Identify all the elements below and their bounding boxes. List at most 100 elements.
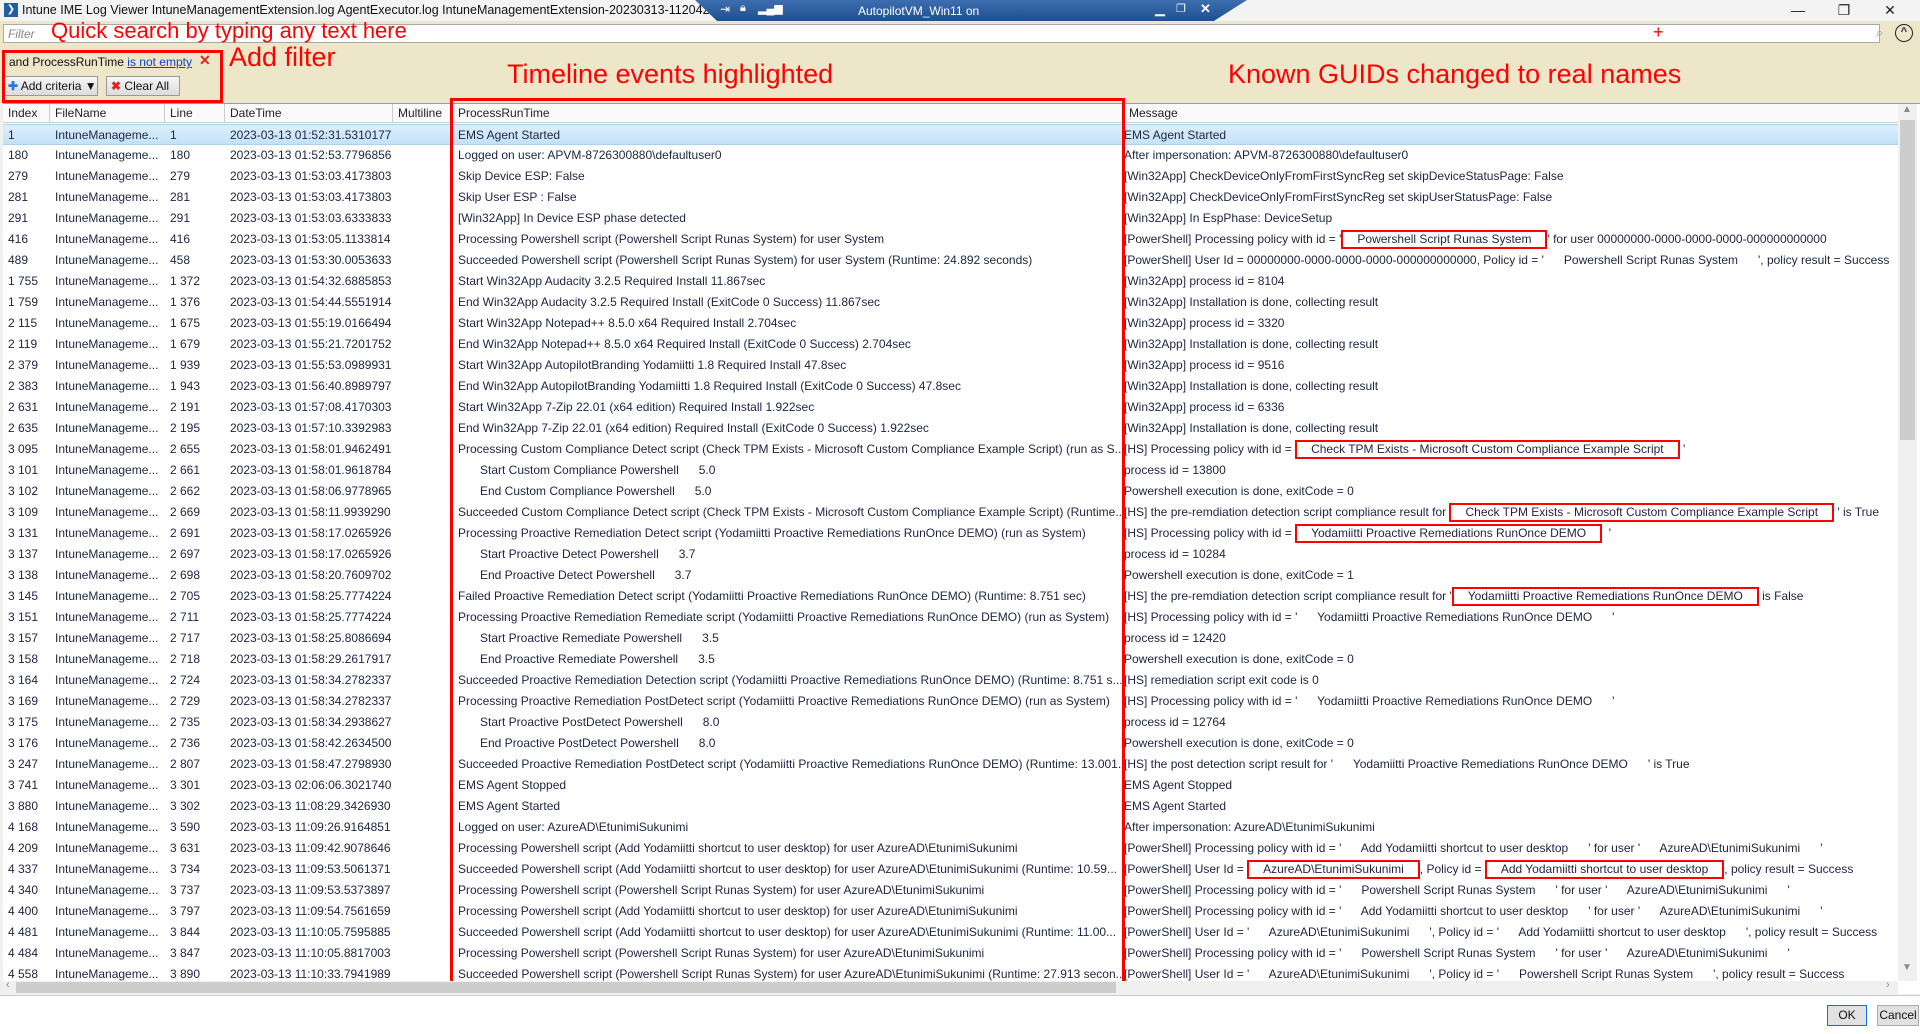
cell-message: Powershell execution is done, exitCode =… [1124,649,1904,670]
cell-index: 3 169 [8,694,39,708]
cell-index: 4 484 [8,946,39,960]
cell-line: 2 191 [170,400,201,414]
cell-line: 3 737 [170,883,201,897]
cell-index: 2 635 [8,421,39,435]
cell-filename: IntuneManageme... [55,190,159,204]
cell-datetime: 2023-03-13 01:54:32.6885853 [230,274,392,288]
rdp-minimize-icon[interactable]: ▁ [1155,1,1165,17]
cell-filename: IntuneManageme... [55,610,159,624]
cell-datetime: 2023-03-13 01:53:30.0053633 [230,253,392,267]
cell-datetime: 2023-03-13 11:09:54.7561659 [230,904,391,918]
cell-multiline [393,691,453,712]
cell-datetime: 2023-03-13 01:53:03.6333833 [230,211,392,225]
message-text: [HS] the pre-remdiation detection script… [1124,505,1450,519]
cell-datetime: 2023-03-13 11:09:26.9164851 [230,820,391,834]
column-header-filename[interactable]: FileName [50,104,165,123]
cell-filename: IntuneManageme... [55,694,159,708]
cell-datetime: 2023-03-13 02:06:06.3021740 [230,778,392,792]
ok-button[interactable]: OK [1827,1005,1867,1026]
column-header-datetime[interactable]: DateTime [225,104,393,123]
cell-multiline [393,586,453,607]
rdp-close-icon[interactable]: ✕ [1200,1,1211,17]
annotation-quick-search: Quick search by typing any text here [51,18,407,43]
cell-multiline [393,250,453,271]
cell-message: process id = 12764 [1124,712,1904,733]
cell-filename: IntuneManageme... [55,484,159,498]
minimize-icon[interactable]: — [1775,0,1821,21]
message-text: [PowerShell] User Id = ' AzureAD\Etunimi… [1124,967,1845,981]
scroll-left-icon[interactable]: ‹ [6,979,10,991]
cell-message: [Win32App] process id = 3320 [1124,313,1904,334]
message-text: [HS] Processing policy with id = [1124,442,1296,456]
column-header-line[interactable]: Line [165,104,225,123]
cell-multiline [393,670,453,691]
cell-datetime: 2023-03-13 01:57:10.3392983 [230,421,392,435]
cell-message: Powershell execution is done, exitCode =… [1124,565,1904,586]
cell-index: 3 175 [8,715,39,729]
cell-filename: IntuneManageme... [55,148,159,162]
message-text: [Win32App] In EspPhase: DeviceSetup [1124,211,1333,225]
cell-datetime: 2023-03-13 11:08:29.3426930 [230,799,391,813]
rdp-restore-icon[interactable]: ❐ [1176,2,1186,15]
cell-filename: IntuneManageme... [55,274,159,288]
cancel-button[interactable]: Cancel [1877,1005,1919,1026]
cell-line: 279 [170,169,191,183]
cell-filename: IntuneManageme... [55,421,159,435]
horizontal-scroll-thumb[interactable] [16,982,1116,993]
cell-message: [HS] Processing policy with id = ' Yodam… [1124,691,1904,712]
cell-index: 3 247 [8,757,39,771]
cell-message: EMS Agent Started [1124,125,1904,146]
column-header-multiline[interactable]: Multiline [393,104,453,123]
cell-message: [HS] Processing policy with id = Yodamii… [1124,523,1904,544]
message-text: [Win32App] CheckDeviceOnlyFromFirstSyncR… [1124,169,1564,183]
cell-index: 2 119 [8,337,38,351]
cell-index: 3 151 [8,610,39,624]
cell-datetime: 2023-03-13 01:58:01.9618784 [230,463,392,477]
cell-message: [Win32App] Installation is done, collect… [1124,292,1904,313]
cell-datetime: 2023-03-13 01:58:25.8086694 [230,631,392,645]
cell-message: [PowerShell] Processing policy with id =… [1124,838,1904,859]
restore-icon[interactable]: ❐ [1821,0,1867,21]
cell-filename: IntuneManageme... [55,925,159,939]
cell-index: 2 379 [8,358,39,372]
cell-multiline [393,649,453,670]
cell-line: 1 943 [170,379,201,393]
window-title: Intune IME Log Viewer IntuneManagementEx… [22,3,730,17]
message-text: [HS] Processing policy with id = [1124,526,1296,540]
cell-multiline [393,292,453,313]
cell-line: 2 705 [170,589,201,603]
cell-line: 3 301 [170,778,201,792]
message-text: After impersonation: AzureAD\EtunimiSuku… [1124,820,1375,834]
message-text: EMS Agent Started [1124,799,1227,813]
cell-line: 3 847 [170,946,201,960]
cell-multiline [393,355,453,376]
cell-filename: IntuneManageme... [55,841,159,855]
column-header-message[interactable]: Message [1124,104,1904,123]
cell-line: 2 691 [170,526,201,540]
close-icon[interactable]: ✕ [1867,0,1913,21]
message-text: ' for user 00000000-0000-0000-0000-00000… [1547,232,1827,246]
column-header-index[interactable]: Index [3,104,50,123]
message-text: After impersonation: APVM-8726300880\def… [1124,148,1409,162]
cell-multiline [393,397,453,418]
message-text: process id = 10284 [1124,547,1226,561]
scroll-right-icon[interactable]: › [1886,979,1890,991]
cell-filename: IntuneManageme... [55,799,159,813]
cell-index: 4 340 [8,883,39,897]
scroll-down-icon[interactable]: ▼ [1902,962,1912,973]
cell-multiline [393,796,453,817]
cell-multiline [393,880,453,901]
message-text: [PowerShell] Processing policy with id =… [1124,232,1342,246]
cell-multiline [393,229,453,250]
signal-icon: ▂▄▆ [758,3,783,15]
guid-name-highlight: AzureAD\EtunimiSukunimi [1247,860,1420,879]
annotation-timeline: Timeline events highlighted [507,59,834,89]
cell-message: [Win32App] Installation is done, collect… [1124,376,1904,397]
cell-line: 3 734 [170,862,201,876]
scroll-up-icon[interactable]: ▲ [1902,104,1912,115]
collapse-icon[interactable]: ^ [1895,24,1913,42]
cell-filename: IntuneManageme... [55,946,159,960]
message-text: [Win32App] Installation is done, collect… [1124,421,1379,435]
pin-icon[interactable]: ⇥ [720,2,730,16]
vertical-scroll-thumb[interactable] [1900,120,1915,440]
